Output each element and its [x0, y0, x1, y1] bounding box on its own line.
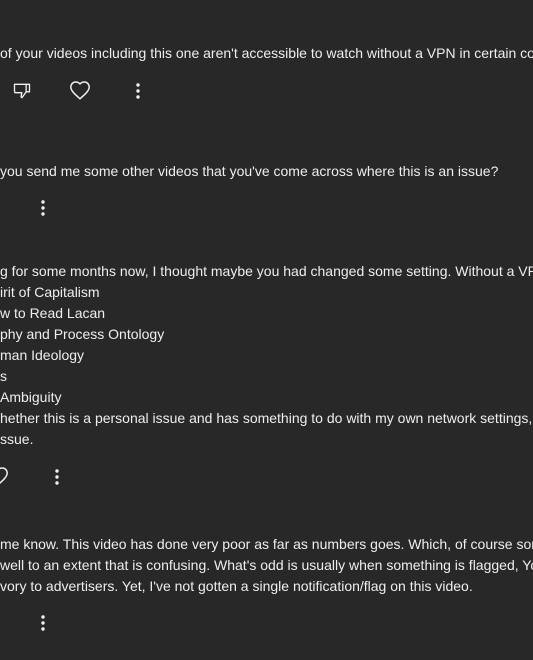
more-actions-button[interactable]: [126, 79, 150, 103]
comment-text-line: of your videos including this one aren't…: [0, 45, 533, 61]
comment-text-line: s: [0, 368, 7, 384]
more-actions-button[interactable]: [45, 465, 69, 489]
comment-text-line: you send me some other videos that you'v…: [0, 163, 499, 179]
more-vertical-icon: [136, 83, 140, 99]
heart-button[interactable]: [68, 79, 92, 103]
more-vertical-icon: [55, 469, 59, 485]
more-actions-button[interactable]: [31, 611, 55, 635]
heart-icon: [70, 81, 90, 100]
comment-text-line: well to an extent that is confusing. Wha…: [0, 557, 533, 573]
heart-icon: [0, 467, 8, 484]
heart-button[interactable]: [0, 465, 10, 489]
dislike-button[interactable]: [10, 79, 34, 103]
comment-text-line: irit of Capitalism: [0, 284, 100, 300]
comment-text-line: me know. This video has done very poor a…: [0, 536, 533, 552]
comment-text-line: vory to advertisers. Yet, I've not gotte…: [0, 578, 473, 594]
comment-text-line: g for some months now, I thought maybe y…: [0, 263, 533, 279]
comment-text-line: phy and Process Ontology: [0, 326, 165, 342]
thumbs-down-icon: [13, 83, 31, 99]
more-vertical-icon: [41, 615, 45, 631]
comment-text-line: w to Read Lacan: [0, 305, 106, 321]
comment-text-line: man Ideology: [0, 347, 85, 363]
comment-text-line: hether this is a personal issue and has …: [0, 410, 533, 426]
more-actions-button[interactable]: [31, 196, 55, 220]
more-vertical-icon: [41, 200, 45, 216]
comment-text-line: ssue.: [0, 431, 34, 447]
comment-text-line: Ambiguity: [0, 389, 62, 405]
